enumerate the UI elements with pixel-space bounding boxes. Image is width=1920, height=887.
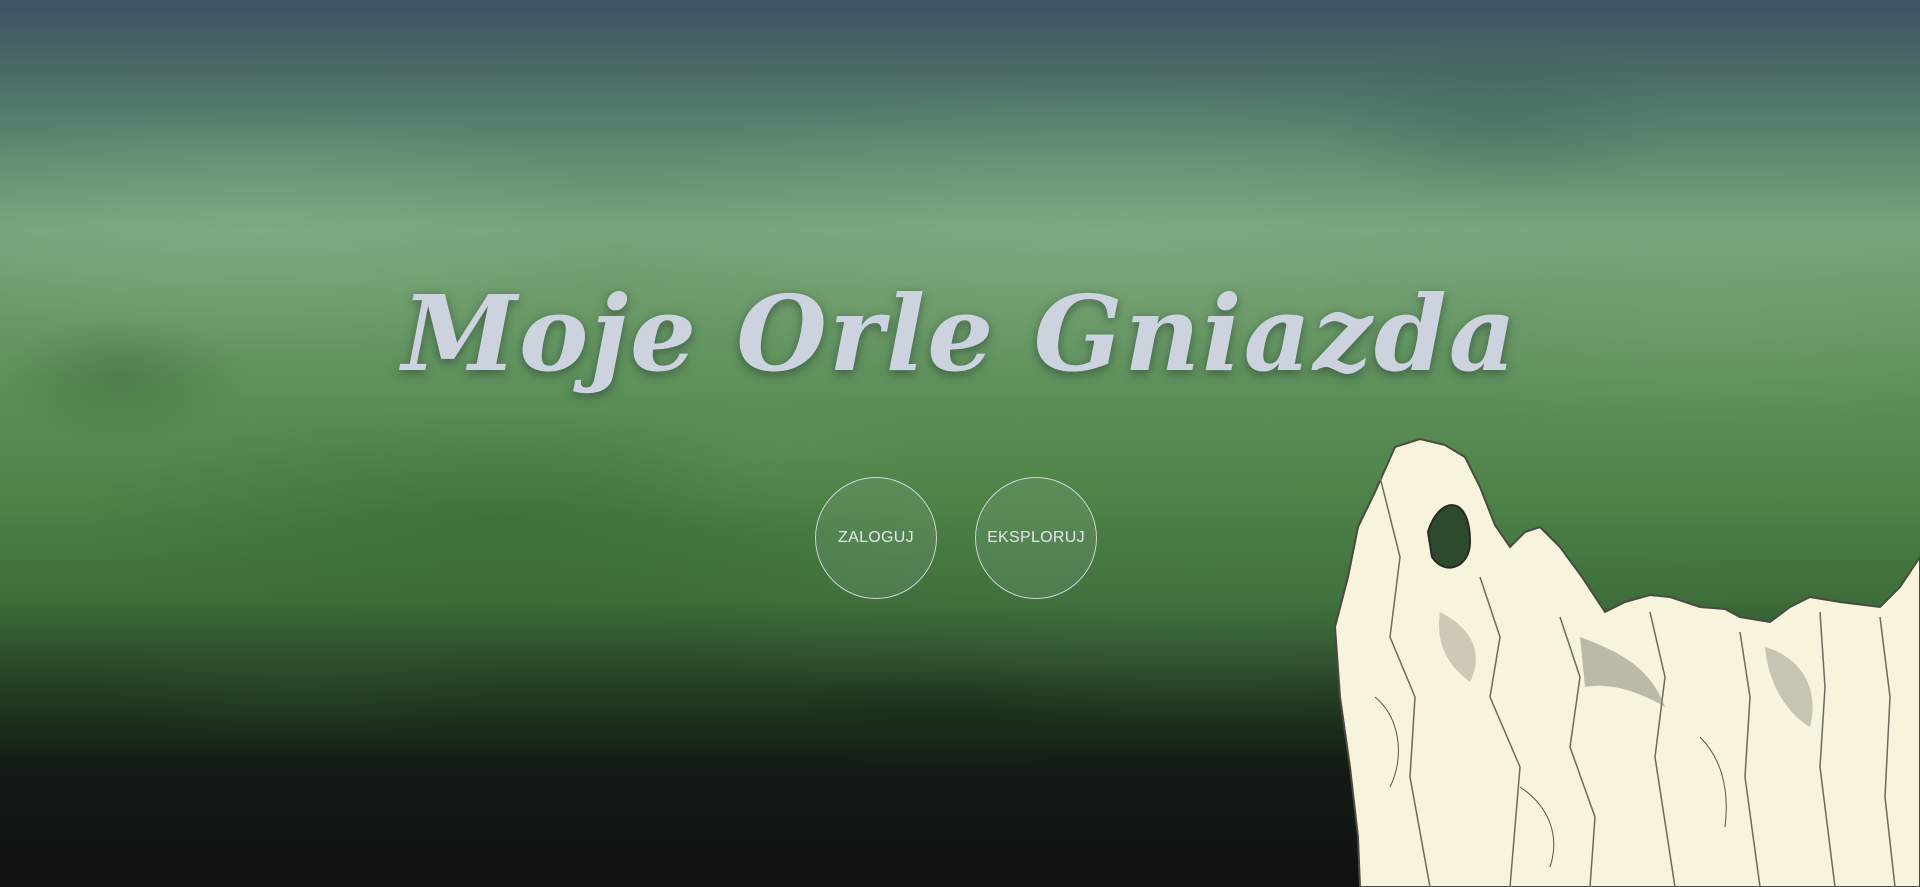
rock-formation-drawing bbox=[1333, 437, 1920, 887]
page-title: Moje Orle Gniazda bbox=[401, 272, 1519, 395]
rock-illustration bbox=[1333, 437, 1920, 887]
login-button[interactable]: ZALOGUJ bbox=[815, 477, 937, 599]
explore-button[interactable]: EKSPLORUJ bbox=[975, 477, 1097, 599]
